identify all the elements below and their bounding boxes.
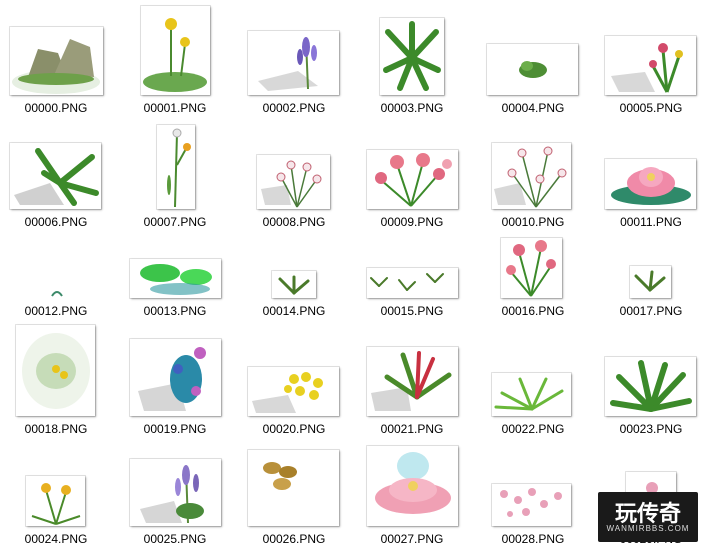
lavender-icon bbox=[248, 31, 339, 95]
bromeliad-icon bbox=[367, 347, 458, 416]
file-name: 00025.PNG bbox=[143, 532, 207, 546]
file-name: 00002.PNG bbox=[262, 101, 326, 115]
coins-icon bbox=[248, 450, 339, 526]
pink-flowers-icon bbox=[367, 150, 458, 209]
yellow-lily-icon bbox=[26, 476, 85, 526]
file-name: 00006.PNG bbox=[24, 215, 88, 229]
white-flowers-icon bbox=[257, 155, 330, 209]
file-name: 00024.PNG bbox=[24, 532, 88, 546]
watermark-logo: 玩传奇 WANMIRBBS.COM bbox=[598, 492, 698, 542]
grass-sprig-icon bbox=[272, 271, 316, 298]
file-name: 00028.PNG bbox=[501, 532, 565, 546]
cherry-blossom-icon bbox=[492, 484, 571, 526]
file-name: 00012.PNG bbox=[24, 304, 88, 318]
file-name: 00010.PNG bbox=[501, 215, 565, 229]
lotus-glow-icon bbox=[367, 446, 458, 526]
tiny-sprout-icon bbox=[48, 286, 66, 298]
aloe-icon bbox=[605, 357, 696, 416]
fern-icon bbox=[10, 143, 101, 209]
file-name: 00027.PNG bbox=[380, 532, 444, 546]
file-name: 00004.PNG bbox=[501, 101, 565, 115]
watermark-subtitle: WANMIRBBS.COM bbox=[606, 524, 690, 533]
white-flowers-icon bbox=[492, 143, 571, 209]
file-name: 00007.PNG bbox=[143, 215, 207, 229]
file-name: 00019.PNG bbox=[143, 422, 207, 436]
file-name: 00020.PNG bbox=[262, 422, 326, 436]
lily-pads-icon bbox=[130, 259, 221, 298]
lavender-icon bbox=[130, 459, 221, 526]
yellow-flower-glow-icon bbox=[16, 325, 95, 416]
file-name: 00018.PNG bbox=[24, 422, 88, 436]
blue-flowers-icon bbox=[130, 339, 221, 416]
rock-icon bbox=[10, 27, 103, 95]
file-name: 00013.PNG bbox=[143, 304, 207, 318]
file-name: 00009.PNG bbox=[380, 215, 444, 229]
grass-sprig-icon bbox=[630, 266, 671, 298]
file-name: 00023.PNG bbox=[619, 422, 683, 436]
file-name: 00026.PNG bbox=[262, 532, 326, 546]
file-name: 00001.PNG bbox=[143, 101, 207, 115]
small-bush-icon bbox=[487, 44, 578, 95]
file-name: 00016.PNG bbox=[501, 304, 565, 318]
file-name: 00014.PNG bbox=[262, 304, 326, 318]
grass-sprigs-icon bbox=[367, 268, 458, 298]
file-name: 00015.PNG bbox=[380, 304, 444, 318]
grass-tuft-icon bbox=[492, 373, 571, 416]
pink-flowers-icon bbox=[501, 238, 562, 298]
file-name: 00008.PNG bbox=[262, 215, 326, 229]
yellow-flower-icon bbox=[141, 6, 210, 95]
file-name: 00017.PNG bbox=[619, 304, 683, 318]
file-name: 00003.PNG bbox=[380, 101, 444, 115]
file-name: 00022.PNG bbox=[501, 422, 565, 436]
yellow-flowers-icon bbox=[248, 367, 339, 416]
fern-icon bbox=[380, 18, 444, 95]
flower-bush-icon bbox=[605, 36, 696, 95]
file-name: 00011.PNG bbox=[620, 215, 682, 229]
file-name: 00000.PNG bbox=[24, 101, 88, 115]
file-name: 00005.PNG bbox=[619, 101, 683, 115]
lotus-icon bbox=[605, 159, 696, 209]
file-name: 00021.PNG bbox=[380, 422, 444, 436]
lily-icon bbox=[157, 125, 195, 209]
